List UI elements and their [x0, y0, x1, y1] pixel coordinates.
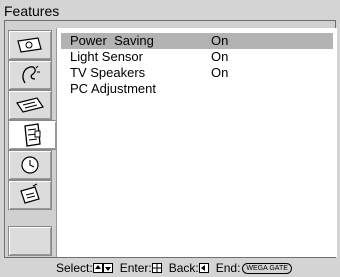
menu-item-light-sensor[interactable]: Light Sensor On	[61, 49, 333, 65]
sidebar-item-blank[interactable]	[8, 226, 52, 256]
menu-item-label: Light Sensor	[70, 49, 143, 64]
menu-item-label: Power Saving	[70, 33, 154, 48]
features-icon	[23, 123, 41, 147]
wega-gate-key: WEGA GATE	[242, 262, 292, 274]
sidebar-item-timer[interactable]	[8, 150, 52, 180]
enter-button-icon	[151, 263, 162, 273]
left-arrow-icon	[198, 263, 209, 273]
footer-end: End: WEGA GATE	[216, 260, 292, 276]
sidebar	[4, 22, 56, 258]
menu-item-tv-speakers[interactable]: TV Speakers On	[61, 65, 333, 81]
sidebar-item-setup[interactable]	[8, 180, 52, 210]
sidebar-item-features[interactable]	[8, 120, 56, 150]
menu-item-value: On	[211, 33, 229, 48]
footer-select-label: Select:	[56, 261, 93, 275]
menu-item-label: TV Speakers	[70, 65, 146, 80]
menu-item-label: PC Adjustment	[70, 81, 156, 96]
setup-icon	[20, 183, 40, 204]
sidebar-item-screen[interactable]	[8, 90, 52, 120]
sidebar-item-picture[interactable]	[8, 30, 52, 60]
footer-enter-label: Enter:	[119, 261, 152, 275]
menu-panel: Power Saving On Light Sensor On TV Speak…	[56, 28, 337, 257]
sidebar-item-sound[interactable]	[8, 60, 52, 90]
footer-end-label: End:	[215, 261, 241, 275]
sound-icon	[22, 65, 40, 84]
menu-item-power-saving[interactable]: Power Saving On	[61, 33, 333, 49]
screen-icon	[16, 97, 44, 113]
picture-icon	[17, 37, 42, 53]
menu-item-pc-adjustment[interactable]: PC Adjustment	[61, 81, 333, 97]
footer-select: Select:	[56, 260, 113, 276]
footer-back: Back:	[169, 260, 209, 276]
timer-icon	[21, 156, 39, 174]
up-down-arrow-icon	[92, 263, 113, 273]
menu-item-value: On	[211, 65, 229, 80]
footer-enter: Enter:	[120, 260, 162, 276]
footer-back-label: Back:	[168, 261, 199, 275]
footer-help: Select: Enter: Back: End: WEGA GATE	[56, 260, 299, 276]
menu-item-value: On	[211, 49, 229, 64]
window-title: Features	[4, 3, 60, 19]
